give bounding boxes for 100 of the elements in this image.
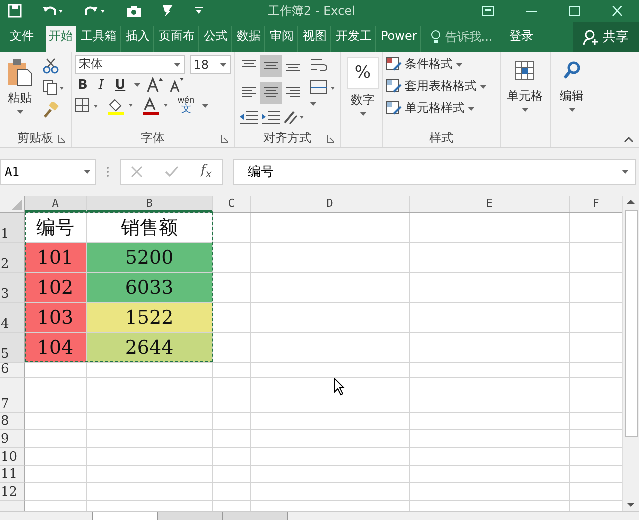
dialog-launcher-icon[interactable] xyxy=(221,135,229,143)
paste-button[interactable]: 粘贴 xyxy=(3,55,37,129)
table-cell: 2644 xyxy=(87,333,213,363)
row-header[interactable]: 5 xyxy=(0,333,25,363)
group-label: 样式 xyxy=(430,130,454,146)
underline-button[interactable]: U xyxy=(112,78,129,92)
italic-button[interactable]: I xyxy=(96,78,108,92)
style-menu-button[interactable]: 单元格样式 xyxy=(386,99,497,118)
share-button[interactable]: 共享 xyxy=(573,22,639,52)
caret-icon xyxy=(202,104,209,108)
sign-in-link[interactable]: 登录 xyxy=(501,26,542,52)
table-cell xyxy=(213,378,251,413)
row-header[interactable]: 7 xyxy=(0,378,25,413)
table-cell: 销售额 xyxy=(87,213,213,243)
editing-button[interactable]: 编辑 xyxy=(554,55,590,129)
font-size-dropdown[interactable]: 18 xyxy=(190,55,231,74)
mouse-pointer-icon xyxy=(334,378,346,396)
column-header[interactable]: C xyxy=(213,196,251,212)
column-header[interactable]: D xyxy=(251,196,410,212)
table-cell: 1522 xyxy=(87,303,213,333)
row-header[interactable]: 3 xyxy=(0,273,25,303)
row-header[interactable]: 6 xyxy=(0,363,25,378)
table-style-icon xyxy=(386,79,402,94)
customize-icon[interactable] xyxy=(194,6,204,16)
font-name-dropdown[interactable]: 宋体 xyxy=(75,55,185,74)
table-cell xyxy=(213,363,251,378)
bold-button[interactable]: B xyxy=(75,78,91,92)
table-cell: 5200 xyxy=(87,243,213,273)
column-header[interactable]: A xyxy=(25,196,87,212)
insert-function-button[interactable]: f$_{x}$ xyxy=(201,163,212,181)
caret-icon xyxy=(174,62,181,66)
redo-icon[interactable] xyxy=(84,4,106,18)
table-cell: 6033 xyxy=(87,273,213,303)
name-box[interactable]: A1 xyxy=(0,159,96,185)
formula-field[interactable]: 编号 xyxy=(232,159,636,185)
style-menu-button[interactable]: 套用表格格式 xyxy=(386,77,497,96)
cells-button[interactable]: 单元格 xyxy=(504,55,546,129)
ribbon-tab[interactable]: 文件 xyxy=(2,26,44,52)
font-color-icon[interactable] xyxy=(141,96,171,114)
copy-icon[interactable] xyxy=(43,80,65,96)
orientation-icon[interactable] xyxy=(282,109,304,127)
ribbon-tab[interactable]: 开始 xyxy=(46,26,76,52)
dialog-launcher-icon[interactable] xyxy=(58,135,66,143)
row-header[interactable]: 8 xyxy=(0,413,25,430)
row-header[interactable]: 9 xyxy=(0,430,25,448)
phonetic-button[interactable]: wén 文 xyxy=(176,96,197,115)
column-header[interactable]: B xyxy=(87,196,213,212)
shrink-font-icon[interactable] xyxy=(168,77,185,93)
caret-icon xyxy=(310,102,317,106)
indent-decrease-icon[interactable] xyxy=(238,109,260,127)
row-header[interactable]: 2 xyxy=(0,243,25,273)
table-cell xyxy=(213,413,251,430)
table-cell xyxy=(213,430,251,448)
table-cell xyxy=(25,378,87,413)
undo-icon[interactable] xyxy=(42,4,64,18)
align-button[interactable] xyxy=(260,82,282,104)
sheet-tab[interactable] xyxy=(92,512,158,520)
scrollbar-thumb[interactable] xyxy=(624,210,638,437)
more-icon xyxy=(106,165,110,179)
format-painter-icon[interactable] xyxy=(43,102,59,118)
table-cell xyxy=(213,333,251,363)
caret-icon xyxy=(568,108,576,112)
merge-cells-icon[interactable] xyxy=(310,80,336,96)
wrap-text-icon[interactable] xyxy=(310,58,328,74)
number-format-button[interactable]: % 数字 xyxy=(344,55,382,129)
group-label: 字体 xyxy=(141,130,165,146)
group-label: 对齐方式 xyxy=(264,130,312,146)
close-icon[interactable] xyxy=(612,6,623,16)
caret-icon xyxy=(84,170,91,174)
grow-font-icon[interactable] xyxy=(146,77,164,93)
camera-icon[interactable] xyxy=(126,4,142,18)
borders-icon[interactable] xyxy=(75,98,101,114)
lightbulb-icon xyxy=(431,30,442,44)
dialog-launcher-icon[interactable] xyxy=(327,135,335,143)
collapse-ribbon-icon[interactable] xyxy=(624,136,634,143)
column-header[interactable]: E xyxy=(410,196,570,212)
ribbon-display-icon[interactable] xyxy=(482,6,494,16)
table-cell xyxy=(25,363,87,378)
indent-increase-icon[interactable] xyxy=(260,109,282,127)
row-header[interactable]: 4 xyxy=(0,303,25,333)
table-cell xyxy=(213,466,251,483)
caret-icon xyxy=(220,62,227,66)
style-menu-button[interactable]: 条件格式 xyxy=(386,55,497,74)
caret-icon xyxy=(522,108,528,112)
checkmark-icon[interactable] xyxy=(165,166,179,178)
tell-me-field[interactable]: 告诉我... xyxy=(445,30,502,44)
brush-icon[interactable] xyxy=(162,4,174,18)
row-header[interactable]: 11 xyxy=(0,466,25,483)
row-header[interactable]: 1 xyxy=(0,213,25,243)
row-header[interactable]: 12 xyxy=(0,483,25,501)
group-label: 剪贴板 xyxy=(18,130,54,146)
save-icon[interactable] xyxy=(8,4,22,18)
align-lines-icon xyxy=(285,87,301,99)
scissors-icon[interactable] xyxy=(43,58,59,74)
maximize-icon[interactable] xyxy=(569,6,580,16)
table-cell xyxy=(213,273,251,303)
caret-icon xyxy=(480,84,487,88)
row-header[interactable]: 10 xyxy=(0,448,25,466)
align-button[interactable] xyxy=(260,55,282,77)
fill-color-icon[interactable] xyxy=(106,96,136,114)
